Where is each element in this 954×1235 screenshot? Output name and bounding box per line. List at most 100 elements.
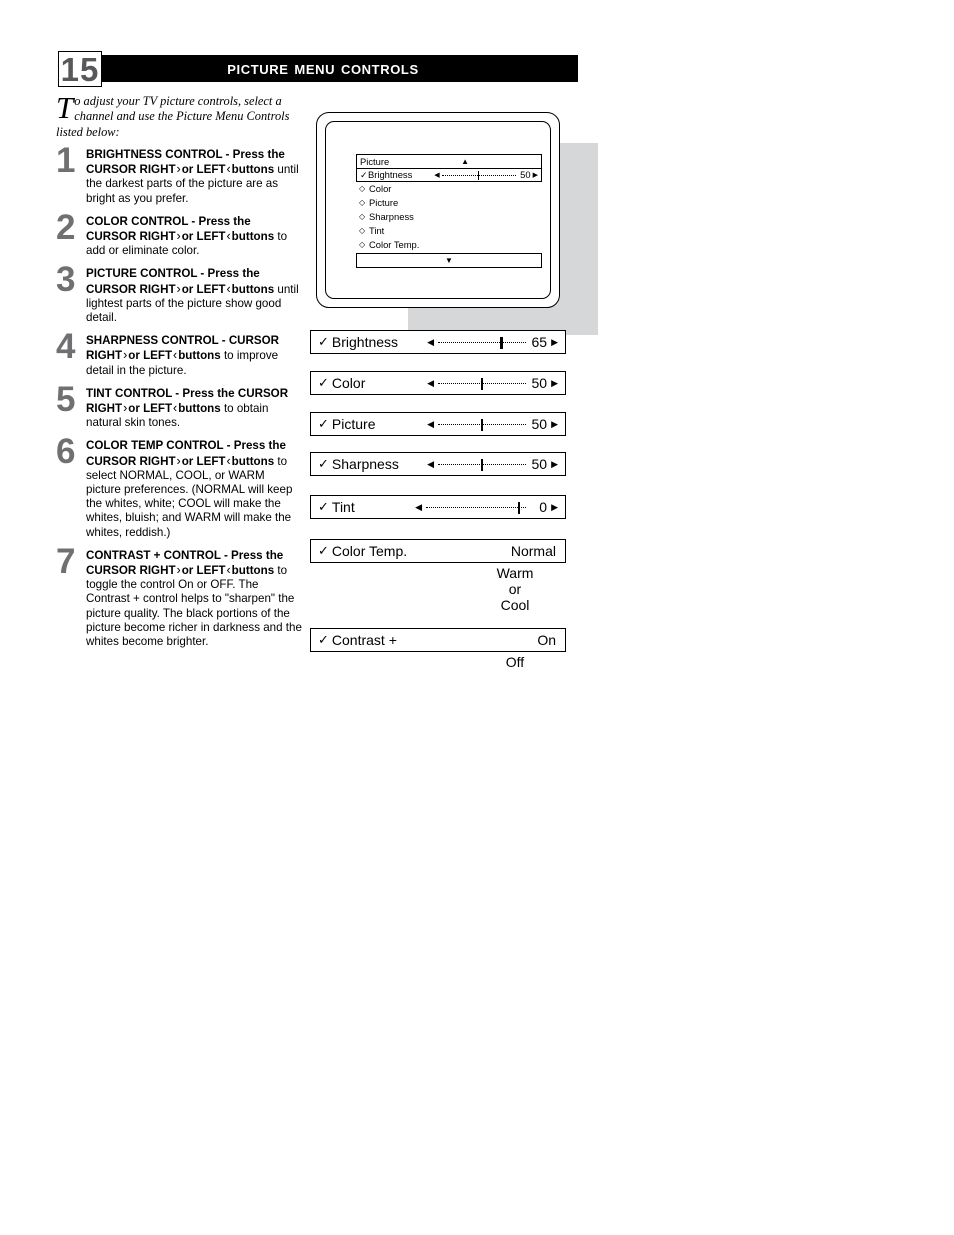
step-number: 5 xyxy=(56,379,76,419)
triangle-right-icon[interactable]: ▶ xyxy=(551,337,558,347)
slider-track[interactable] xyxy=(438,418,527,431)
control-bar-picture[interactable]: ✓ Picture ◀ 50 ▶ xyxy=(310,412,566,436)
step-title: TINT CONTROL - Press the xyxy=(86,386,235,400)
step-title: CONTRAST + CONTROL - xyxy=(86,548,228,562)
intro-dropcap: T xyxy=(56,90,74,125)
control-selected-value: On xyxy=(537,632,556,648)
triangle-left-icon[interactable]: ◀ xyxy=(415,502,422,512)
slider-knob[interactable] xyxy=(481,377,484,390)
slider-value: 0 xyxy=(539,499,548,515)
check-icon: ✓ xyxy=(318,416,329,431)
step-item: 1 BRIGHTNESS CONTROL - Press the CURSOR R… xyxy=(56,143,302,206)
triangle-left-icon[interactable]: ◀ xyxy=(427,378,434,388)
triangle-left-icon[interactable]: ◀ xyxy=(434,172,439,179)
step-bold-line-2: or LEFT xyxy=(128,349,173,363)
control-alternate-option[interactable]: Cool xyxy=(470,597,560,613)
osd-item-tint[interactable]: ◇ Tint xyxy=(356,224,542,238)
control-bar-sharpness[interactable]: ✓ Sharpness ◀ 50 ▶ xyxy=(310,452,566,476)
triangle-right-icon[interactable]: ▶ xyxy=(551,419,558,429)
step-item: 4 SHARPNESS CONTROL - CURSOR RIGHT›or LEF… xyxy=(56,329,302,378)
step-bold-line-3: buttons xyxy=(231,564,275,578)
osd-item-label: Sharpness xyxy=(369,211,414,222)
osd-item-label: Color xyxy=(369,183,392,194)
triangle-left-icon[interactable]: ◀ xyxy=(427,419,434,429)
osd-slider-knob[interactable] xyxy=(477,170,480,180)
triangle-right-icon[interactable]: ▶ xyxy=(533,172,538,179)
step-bold-line-2: or LEFT xyxy=(181,282,226,296)
step-text: TINT CONTROL - Press the CURSOR RIGHT›or… xyxy=(86,387,302,431)
osd-slider-value: 50 xyxy=(520,169,531,180)
page-header-bar: Picture Menu Controls xyxy=(94,55,578,82)
step-title: BRIGHTNESS CONTROL - xyxy=(86,148,230,161)
step-number: 6 xyxy=(56,432,76,472)
osd-item-label: Brightness xyxy=(368,169,413,180)
check-icon: ✓ xyxy=(360,170,368,180)
slider-track[interactable] xyxy=(438,336,527,349)
chevron-down-icon[interactable]: ▼ xyxy=(445,256,453,265)
osd-item-label: Picture xyxy=(369,197,399,208)
page-title: Picture Menu Controls xyxy=(227,57,419,79)
control-alternate-option[interactable]: or xyxy=(470,581,560,597)
page-number-badge: 15 xyxy=(58,51,102,87)
osd-highlighted-row-brightness[interactable]: ✓ Brightness ◀ 50 ▶ xyxy=(356,168,542,182)
control-selected-value: Normal xyxy=(510,543,556,559)
control-bar-color-temp[interactable]: ✓ Color Temp. Normal xyxy=(310,539,566,563)
step-title: COLOR TEMP CONTROL - xyxy=(86,439,231,453)
step-bold-line-2: or LEFT xyxy=(181,230,226,244)
osd-item-label: Tint xyxy=(369,225,385,236)
step-title: COLOR CONTROL - Press the xyxy=(86,214,251,228)
osd-item-color-temp[interactable]: ◇ Color Temp. xyxy=(356,238,542,252)
check-icon: ✓ xyxy=(318,334,329,349)
triangle-right-icon[interactable]: ▶ xyxy=(551,502,558,512)
control-alternate-option[interactable]: Warm xyxy=(470,565,560,581)
slider-knob[interactable] xyxy=(500,336,503,349)
step-bold-line-3: buttons xyxy=(231,230,275,244)
check-icon: ✓ xyxy=(318,632,329,647)
control-bar-brightness[interactable]: ✓ Brightness ◀ 65 ▶ xyxy=(310,330,566,354)
slider-track[interactable] xyxy=(438,377,527,390)
osd-slider-track[interactable] xyxy=(441,170,516,180)
step-bold-line-2: or LEFT xyxy=(181,454,226,468)
control-label: Color Temp. xyxy=(331,543,408,559)
step-item: 6 COLOR TEMP CONTROL - Press the CURSOR R… xyxy=(56,434,302,539)
diamond-bullet-icon: ◇ xyxy=(359,226,366,235)
diamond-bullet-icon: ◇ xyxy=(359,240,366,249)
tv-illustration: Picture ▲ ✓ Brightness ◀ 50 ▶ ◇ Color ◇ … xyxy=(303,108,598,338)
osd-item-picture[interactable]: ◇ Picture xyxy=(356,196,542,210)
step-item: 5 TINT CONTROL - Press the CURSOR RIGHT›o… xyxy=(56,382,302,431)
step-item: 3 PICTURE CONTROL - Press the CURSOR RIGH… xyxy=(56,262,302,325)
slider-track[interactable] xyxy=(426,501,527,514)
check-icon: ✓ xyxy=(318,456,329,471)
control-alternate-options: Warm or Cool xyxy=(470,565,560,613)
control-bar-color[interactable]: ✓ Color ◀ 50 ▶ xyxy=(310,371,566,395)
slider-value: 65 xyxy=(531,334,548,350)
osd-item-sharpness[interactable]: ◇ Sharpness xyxy=(356,210,542,224)
control-bar-tint[interactable]: ✓ Tint ◀ 0 ▶ xyxy=(310,495,566,519)
triangle-left-icon[interactable]: ◀ xyxy=(427,459,434,469)
step-number: 2 xyxy=(56,207,76,247)
triangle-right-icon[interactable]: ▶ xyxy=(551,459,558,469)
triangle-left-icon[interactable]: ◀ xyxy=(427,337,434,347)
step-item: 7 CONTRAST + CONTROL - Press the CURSOR R… xyxy=(56,544,302,649)
slider-knob[interactable] xyxy=(481,418,484,431)
control-bar-contrast[interactable]: ✓ Contrast + On xyxy=(310,628,566,652)
tv-screen: Picture ▲ ✓ Brightness ◀ 50 ▶ ◇ Color ◇ … xyxy=(325,121,551,299)
step-text: COLOR TEMP CONTROL - Press the CURSOR RI… xyxy=(86,439,302,539)
control-alternate-option[interactable]: Off xyxy=(470,654,560,670)
control-label: Contrast + xyxy=(331,632,397,648)
slider-track[interactable] xyxy=(438,458,527,471)
check-icon: ✓ xyxy=(318,543,329,558)
step-title: SHARPNESS CONTROL - xyxy=(86,334,226,348)
slider-knob[interactable] xyxy=(481,458,484,471)
triangle-right-icon[interactable]: ▶ xyxy=(551,378,558,388)
control-label: Sharpness xyxy=(331,456,399,472)
chevron-up-icon[interactable]: ▲ xyxy=(389,157,541,166)
osd-header-label: Picture xyxy=(360,155,390,167)
slider-knob[interactable] xyxy=(518,501,521,514)
step-text: SHARPNESS CONTROL - CURSOR RIGHT›or LEFT… xyxy=(86,334,302,378)
osd-item-color[interactable]: ◇ Color xyxy=(356,182,542,196)
step-text: COLOR CONTROL - Press the CURSOR RIGHT›o… xyxy=(86,215,302,259)
check-icon: ✓ xyxy=(318,499,329,514)
slider-value: 50 xyxy=(531,456,548,472)
step-bold-line-2: or LEFT xyxy=(181,163,226,177)
